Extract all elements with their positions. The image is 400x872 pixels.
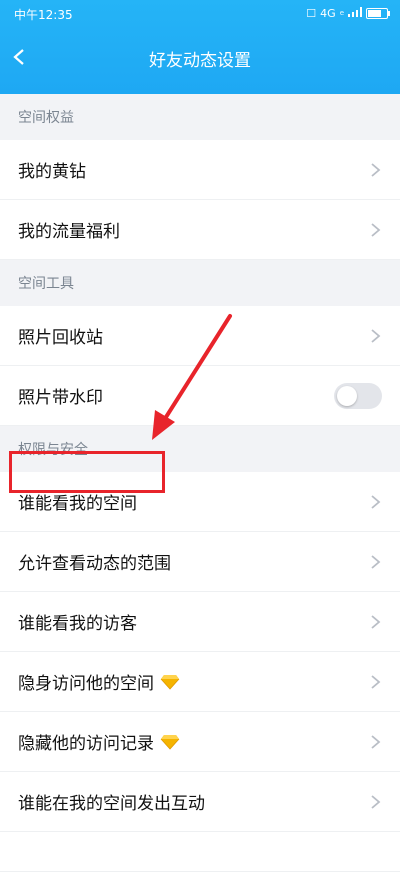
- chevron-right-icon: [371, 223, 381, 237]
- header-bar: 中午12:35 ☐ 4G e 好友动态设置: [0, 0, 400, 94]
- network-label: 4G: [320, 6, 336, 20]
- row-label: 谁能在我的空间发出互动: [18, 794, 205, 814]
- yellow-diamond-icon: [160, 674, 180, 690]
- chevron-right-icon: [371, 163, 381, 177]
- row-traffic-benefits[interactable]: 我的流量福利: [0, 200, 400, 260]
- chevron-right-icon: [371, 329, 381, 343]
- toggle-knob: [337, 386, 357, 406]
- row-label: 我的黄钻: [18, 162, 86, 182]
- row-label: 允许查看动态的范围: [18, 554, 171, 574]
- row-feed-visibility-range[interactable]: 允许查看动态的范围: [0, 532, 400, 592]
- row-label: 照片回收站: [18, 328, 103, 348]
- chevron-right-icon: [371, 735, 381, 749]
- highlight-box: [9, 451, 165, 493]
- signal-icon: [348, 6, 362, 20]
- row-yellow-diamond[interactable]: 我的黄钻: [0, 140, 400, 200]
- row-label: 我的流量福利: [18, 222, 120, 242]
- row-invisible-visit[interactable]: 隐身访问他的空间: [0, 652, 400, 712]
- row-who-can-see-visitors[interactable]: 谁能看我的访客: [0, 592, 400, 652]
- row-label: 隐身访问他的空间: [18, 674, 154, 694]
- watermark-toggle[interactable]: [334, 383, 382, 409]
- page-title: 好友动态设置: [149, 51, 251, 71]
- chevron-right-icon: [371, 495, 381, 509]
- section-header-tools: 空间工具: [0, 260, 400, 306]
- network-sub-label: e: [339, 9, 344, 17]
- status-time: 中午12:35: [14, 8, 73, 22]
- row-label: 照片带水印: [18, 388, 103, 408]
- battery-icon: [366, 7, 390, 19]
- chevron-right-icon: [371, 615, 381, 629]
- row-hide-visit-record[interactable]: 隐藏他的访问记录: [0, 712, 400, 772]
- row-who-can-interact[interactable]: 谁能在我的空间发出互动: [0, 772, 400, 832]
- yellow-diamond-icon: [160, 734, 180, 750]
- row-photo-watermark: 照片带水印: [0, 366, 400, 426]
- notification-icon: ☐: [306, 6, 317, 20]
- row-label: 谁能看我的访客: [18, 614, 137, 634]
- row-partially-visible[interactable]: [0, 832, 400, 872]
- row-label: 隐藏他的访问记录: [18, 734, 154, 754]
- status-bar: 中午12:35 ☐ 4G e: [14, 6, 390, 24]
- chevron-right-icon: [371, 555, 381, 569]
- chevron-right-icon: [371, 795, 381, 809]
- section-header-rights: 空间权益: [0, 94, 400, 140]
- chevron-right-icon: [371, 675, 381, 689]
- row-photo-recycle-bin[interactable]: 照片回收站: [0, 306, 400, 366]
